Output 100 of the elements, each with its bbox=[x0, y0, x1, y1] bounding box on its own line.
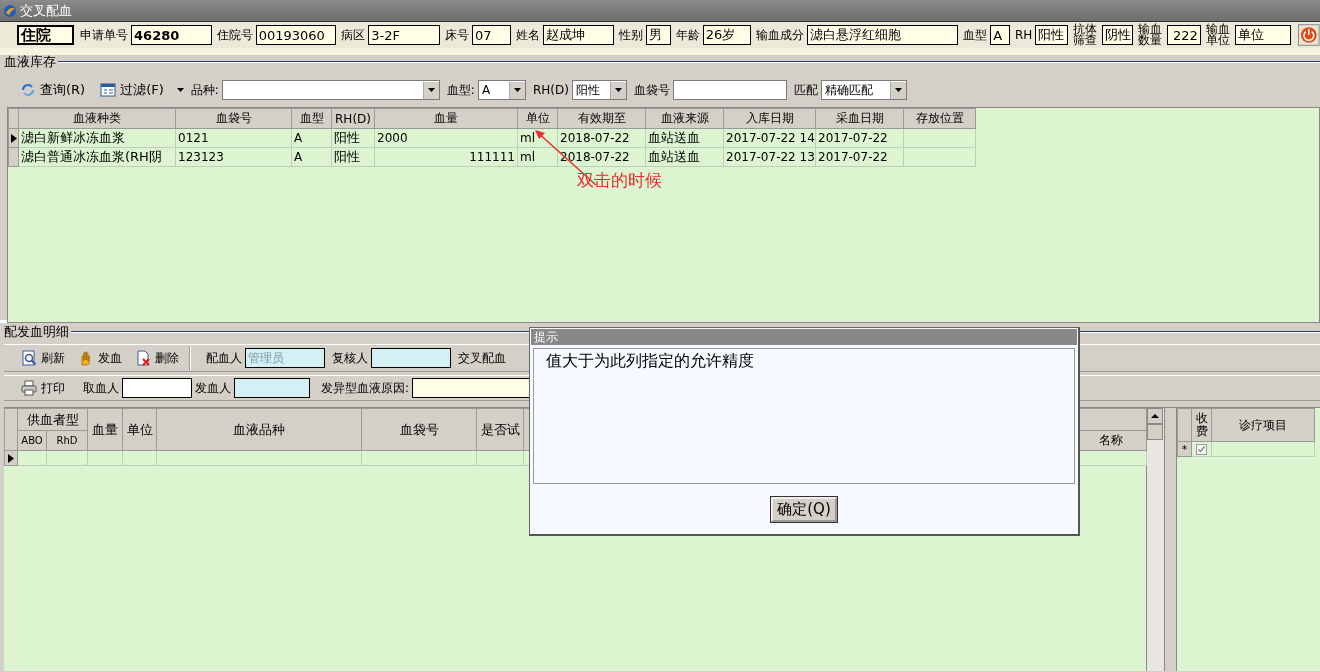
field-value[interactable]: 3-2F bbox=[368, 25, 440, 45]
column-header[interactable]: 收费 bbox=[1191, 408, 1212, 442]
field-value[interactable]: 滤白悬浮红细胞 bbox=[807, 25, 959, 45]
field-label: 床号 bbox=[445, 26, 469, 44]
column-header[interactable]: 入库日期 bbox=[723, 108, 816, 129]
row-pointer-icon bbox=[8, 453, 14, 463]
field-value[interactable]: 00193060 bbox=[255, 25, 337, 45]
table-cell: 血站送血 bbox=[645, 128, 724, 148]
column-header[interactable]: RH(D) bbox=[331, 108, 375, 129]
field-value[interactable]: 222 bbox=[1167, 25, 1201, 45]
bag-number-field[interactable] bbox=[672, 80, 787, 100]
field-label: 取血人 bbox=[83, 379, 119, 397]
field-label: 血型 bbox=[963, 26, 988, 44]
field-value[interactable]: 男 bbox=[646, 25, 671, 45]
dialog-message: 值大于为此列指定的允许精度 bbox=[533, 348, 1075, 484]
column-header[interactable]: 单位 bbox=[517, 108, 558, 129]
issuer-field[interactable] bbox=[234, 378, 310, 398]
table-cell: 阳性 bbox=[331, 147, 375, 167]
reason-field[interactable] bbox=[412, 378, 532, 398]
ok-button[interactable]: 确定(Q) bbox=[771, 496, 837, 522]
filter-label: 品种: bbox=[190, 81, 219, 99]
receiver-field[interactable] bbox=[122, 378, 192, 398]
app-logo-icon bbox=[3, 3, 17, 18]
filter-label: 匹配 bbox=[793, 81, 818, 99]
column-header[interactable]: 血袋号 bbox=[175, 108, 292, 129]
column-header[interactable]: 采血日期 bbox=[815, 108, 904, 129]
filter-dropdown[interactable]: 精确匹配 bbox=[820, 80, 907, 100]
field-value[interactable]: 07 bbox=[472, 25, 512, 45]
column-header[interactable]: 血量 bbox=[374, 108, 518, 129]
magnifier-icon bbox=[21, 350, 37, 366]
scroll-thumb[interactable] bbox=[1147, 424, 1163, 440]
column-header[interactable]: 诊疗项目 bbox=[1211, 408, 1315, 442]
refresh-button[interactable]: 刷新 bbox=[16, 347, 70, 369]
printer-icon bbox=[21, 380, 37, 396]
filter-dropdown[interactable]: A bbox=[477, 80, 526, 100]
field-value[interactable]: 阴性 bbox=[1102, 25, 1133, 45]
query-button[interactable]: 查询(R) bbox=[14, 79, 92, 101]
delete-button[interactable]: 删除 bbox=[130, 347, 184, 369]
field-label: 配血人 bbox=[206, 349, 242, 367]
table-cell: 2017-07-22 13 bbox=[723, 147, 816, 167]
field-label: RH bbox=[1015, 28, 1033, 42]
table-cell: 2017-07-22 bbox=[815, 147, 904, 167]
field-label: 病区 bbox=[341, 26, 366, 44]
column-header[interactable]: 血液品种 bbox=[156, 408, 362, 451]
refresh-icon bbox=[20, 82, 36, 98]
table-cell: 0121 bbox=[175, 128, 292, 148]
table-cell: 阳性 bbox=[331, 128, 375, 148]
table-cell: 2000 bbox=[374, 128, 518, 148]
filter-dropdown[interactable]: 阳性 bbox=[571, 80, 627, 100]
field-value[interactable]: 46280 bbox=[131, 25, 212, 45]
table-icon bbox=[100, 82, 117, 98]
column-header[interactable]: 血液来源 bbox=[645, 108, 724, 129]
table-cell: ml bbox=[517, 147, 558, 167]
field-value[interactable]: 阳性 bbox=[1035, 25, 1068, 45]
field-label: 抗体筛查 bbox=[1072, 24, 1098, 46]
table-cell: 111111 bbox=[374, 147, 518, 167]
patient-type-field[interactable]: 住院 bbox=[17, 25, 75, 45]
field-label: 住院号 bbox=[216, 26, 253, 44]
power-button[interactable] bbox=[1298, 24, 1320, 46]
caret-icon bbox=[513, 88, 521, 92]
reviewer-field[interactable] bbox=[371, 348, 451, 368]
charge-checkbox[interactable] bbox=[1196, 443, 1207, 455]
panel-title: 配发血明细 bbox=[4, 323, 69, 341]
field-label: 姓名 bbox=[516, 26, 541, 44]
print-button[interactable]: 打印 bbox=[16, 377, 70, 399]
dialog-title: 提示 bbox=[533, 330, 558, 344]
field-label: 输血数量 bbox=[1137, 24, 1163, 46]
field-label: 交叉配血 bbox=[458, 349, 506, 367]
column-header[interactable]: 血型 bbox=[291, 108, 332, 129]
caret-icon bbox=[176, 88, 184, 92]
table-cell: 血站送血 bbox=[645, 147, 724, 167]
field-value[interactable]: 单位 bbox=[1235, 25, 1292, 45]
column-header[interactable]: 存放位置 bbox=[903, 108, 976, 129]
filter-label: 血袋号 bbox=[633, 81, 670, 99]
table-cell: 滤白新鲜冰冻血浆 bbox=[18, 128, 176, 148]
scrollbar[interactable] bbox=[1147, 408, 1165, 671]
caret-icon bbox=[894, 88, 902, 92]
field-label: 发异型血液原因: bbox=[321, 379, 410, 397]
field-label: 输血单位 bbox=[1205, 24, 1231, 46]
column-header[interactable]: 有效期至 bbox=[557, 108, 646, 129]
filter-button[interactable]: 过滤(F) bbox=[94, 79, 170, 101]
table-cell: A bbox=[291, 128, 332, 148]
field-value[interactable]: 赵成坤 bbox=[543, 25, 615, 45]
column-header[interactable]: 血量 bbox=[87, 408, 123, 451]
field-label: 复核人 bbox=[332, 349, 368, 367]
filter-dropdown[interactable] bbox=[221, 80, 440, 100]
panel-title: 血液库存 bbox=[4, 53, 56, 71]
filter-label: RH(D) bbox=[532, 83, 569, 97]
issue-blood-button[interactable]: 发血 bbox=[73, 347, 127, 369]
column-header[interactable]: 单位 bbox=[122, 408, 157, 451]
field-label: 申请单号 bbox=[80, 26, 129, 44]
table-cell: 滤白普通冰冻血浆(RH阴 bbox=[18, 147, 176, 167]
column-header[interactable]: 血液种类 bbox=[18, 108, 176, 129]
annotation-text: 双击的时候 bbox=[577, 169, 662, 192]
field-value[interactable]: 26岁 bbox=[702, 25, 751, 45]
column-header[interactable]: 是否试 bbox=[476, 408, 524, 451]
column-header[interactable]: 供血者型 bbox=[17, 408, 88, 431]
field-label: 年龄 bbox=[675, 26, 700, 44]
field-value[interactable]: A bbox=[990, 25, 1010, 45]
column-header[interactable]: 血袋号 bbox=[361, 408, 477, 451]
